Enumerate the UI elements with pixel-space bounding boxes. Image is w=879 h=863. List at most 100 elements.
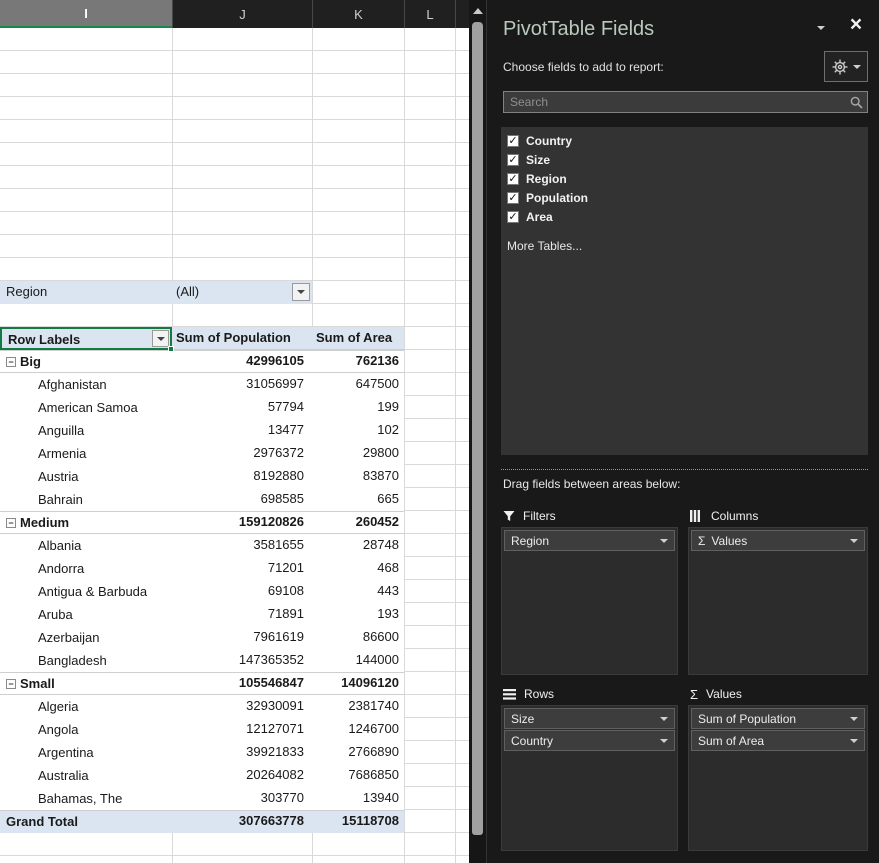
pivot-row-label[interactable]: − Bangladesh: [0, 649, 172, 672]
pivot-area-cell[interactable]: 83870: [312, 465, 404, 488]
pivot-area-cell[interactable]: 15118708: [312, 810, 404, 833]
pivot-row[interactable]: − Andorra 71201 468: [0, 557, 404, 580]
pivot-row[interactable]: − Afghanistan 31056997 647500: [0, 373, 404, 396]
pivot-population-cell[interactable]: 105546847: [172, 672, 312, 695]
collapse-icon[interactable]: −: [6, 518, 16, 528]
pivot-row-label[interactable]: − Anguilla: [0, 419, 172, 442]
population-header-cell[interactable]: Sum of Population: [172, 327, 312, 350]
field-checkbox[interactable]: ✓: [507, 211, 519, 223]
pivot-filter-value[interactable]: (All): [172, 281, 312, 304]
pivot-population-cell[interactable]: 3581655: [172, 534, 312, 557]
field-list-item[interactable]: ✓ Population: [501, 188, 868, 207]
pivot-area-cell[interactable]: 193: [312, 603, 404, 626]
pivot-population-cell[interactable]: 69108: [172, 580, 312, 603]
pivot-row[interactable]: − Australia 20264082 7686850: [0, 764, 404, 787]
pivot-row-label[interactable]: − Antigua & Barbuda: [0, 580, 172, 603]
pivot-row-label[interactable]: − Angola: [0, 718, 172, 741]
pivot-area-cell[interactable]: 7686850: [312, 764, 404, 787]
tools-button[interactable]: [824, 51, 868, 82]
field-list-item[interactable]: ✓ Region: [501, 169, 868, 188]
pivot-population-cell[interactable]: 57794: [172, 396, 312, 419]
pivot-row-label[interactable]: − American Samoa: [0, 396, 172, 419]
pivot-row-label[interactable]: − Andorra: [0, 557, 172, 580]
pivot-row-label[interactable]: − Algeria: [0, 695, 172, 718]
pivot-row-label[interactable]: − Big: [0, 350, 172, 373]
pivot-area-cell[interactable]: 443: [312, 580, 404, 603]
pivot-row-label[interactable]: − Australia: [0, 764, 172, 787]
pivot-row[interactable]: − American Samoa 57794 199: [0, 396, 404, 419]
pivot-area-cell[interactable]: 13940: [312, 787, 404, 810]
pivot-area-cell[interactable]: 468: [312, 557, 404, 580]
pivot-population-cell[interactable]: 20264082: [172, 764, 312, 787]
pivot-row[interactable]: − Algeria 32930091 2381740: [0, 695, 404, 718]
pivot-row[interactable]: − Bahamas, The 303770 13940: [0, 787, 404, 810]
pivot-row-label[interactable]: − Grand Total: [0, 810, 172, 833]
pivot-row[interactable]: − Argentina 39921833 2766890: [0, 741, 404, 764]
pivot-row-label[interactable]: − Afghanistan: [0, 373, 172, 396]
pivot-row[interactable]: − Angola 12127071 1246700: [0, 718, 404, 741]
pivot-row[interactable]: − Anguilla 13477 102: [0, 419, 404, 442]
pivot-population-cell[interactable]: 8192880: [172, 465, 312, 488]
pivot-area-cell[interactable]: 86600: [312, 626, 404, 649]
pivot-area-cell[interactable]: 14096120: [312, 672, 404, 695]
chevron-down-icon[interactable]: [850, 539, 858, 543]
scroll-up-button[interactable]: [469, 2, 487, 20]
chevron-down-icon[interactable]: [660, 739, 668, 743]
pivot-row-label[interactable]: − Armenia: [0, 442, 172, 465]
pivot-area-cell[interactable]: 102: [312, 419, 404, 442]
sheet-grid[interactable]: Region (All) Row Labels Sum of Populatio…: [0, 28, 469, 863]
pivot-population-cell[interactable]: 7961619: [172, 626, 312, 649]
pane-options-button[interactable]: [812, 26, 830, 40]
field-pill[interactable]: Σ Country: [504, 730, 675, 751]
field-checkbox[interactable]: ✓: [507, 173, 519, 185]
pivot-population-cell[interactable]: 13477: [172, 419, 312, 442]
column-header-i[interactable]: I: [0, 0, 172, 28]
filters-drop-zone[interactable]: Σ Region: [501, 527, 678, 675]
chevron-down-icon[interactable]: [850, 739, 858, 743]
field-pill[interactable]: Σ Values: [691, 530, 865, 551]
pivot-area-cell[interactable]: 260452: [312, 511, 404, 534]
pivot-population-cell[interactable]: 2976372: [172, 442, 312, 465]
collapse-icon[interactable]: −: [6, 679, 16, 689]
pivot-area-cell[interactable]: 144000: [312, 649, 404, 672]
pivot-area-cell[interactable]: 199: [312, 396, 404, 419]
pivot-population-cell[interactable]: 31056997: [172, 373, 312, 396]
pivot-row-label[interactable]: − Bahrain: [0, 488, 172, 511]
pivot-row[interactable]: − Big 42996105 762136: [0, 350, 404, 373]
row-labels-cell[interactable]: Row Labels: [0, 327, 172, 350]
row-labels-dropdown-button[interactable]: [152, 330, 169, 347]
field-checkbox[interactable]: ✓: [507, 154, 519, 166]
field-list-item[interactable]: ✓ Area: [501, 207, 868, 226]
pivot-row-label[interactable]: − Azerbaijan: [0, 626, 172, 649]
field-checkbox[interactable]: ✓: [507, 135, 519, 147]
pivot-population-cell[interactable]: 159120826: [172, 511, 312, 534]
pivot-population-cell[interactable]: 12127071: [172, 718, 312, 741]
chevron-down-icon[interactable]: [660, 539, 668, 543]
column-header-l[interactable]: L: [404, 0, 455, 28]
field-search[interactable]: [503, 91, 868, 113]
pivot-row-label[interactable]: − Argentina: [0, 741, 172, 764]
chevron-down-icon[interactable]: [660, 717, 668, 721]
pivot-area-cell[interactable]: 647500: [312, 373, 404, 396]
pivot-area-cell[interactable]: 762136: [312, 350, 404, 373]
pivot-population-cell[interactable]: 71891: [172, 603, 312, 626]
search-input[interactable]: [504, 95, 845, 109]
field-pill[interactable]: Σ Size: [504, 708, 675, 729]
pivot-area-cell[interactable]: 2381740: [312, 695, 404, 718]
pivot-area-cell[interactable]: 28748: [312, 534, 404, 557]
pivot-row-label[interactable]: − Aruba: [0, 603, 172, 626]
pivot-row[interactable]: − Azerbaijan 7961619 86600: [0, 626, 404, 649]
pivot-row-label[interactable]: − Medium: [0, 511, 172, 534]
pivot-population-cell[interactable]: 307663778: [172, 810, 312, 833]
pivot-population-cell[interactable]: 71201: [172, 557, 312, 580]
scrollbar-thumb[interactable]: [472, 22, 483, 835]
pivot-row-label[interactable]: − Austria: [0, 465, 172, 488]
pivot-area-cell[interactable]: 2766890: [312, 741, 404, 764]
pivot-row[interactable]: − Austria 8192880 83870: [0, 465, 404, 488]
field-checkbox[interactable]: ✓: [507, 192, 519, 204]
pivot-population-cell[interactable]: 303770: [172, 787, 312, 810]
pivot-row[interactable]: − Albania 3581655 28748: [0, 534, 404, 557]
pivot-population-cell[interactable]: 39921833: [172, 741, 312, 764]
pivot-area-cell[interactable]: 29800: [312, 442, 404, 465]
pivot-row[interactable]: − Small 105546847 14096120: [0, 672, 404, 695]
